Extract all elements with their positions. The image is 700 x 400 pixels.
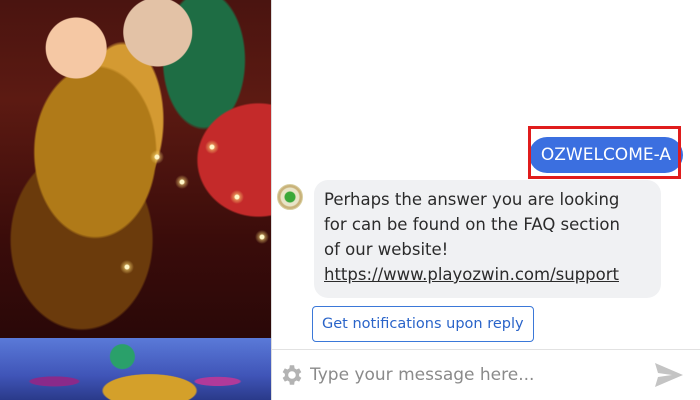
game-thumbnail-image xyxy=(0,338,272,400)
bot-message-line: Perhaps the answer you are looking xyxy=(324,190,620,209)
user-message-bubble: OZWELCOME-A xyxy=(528,137,683,173)
sparkle-decoration xyxy=(230,190,244,204)
bot-message-line: for can be found on the FAQ section xyxy=(324,215,620,234)
sparkle-decoration xyxy=(120,260,134,274)
sparkle-decoration xyxy=(150,150,164,164)
gear-icon[interactable] xyxy=(278,362,304,388)
game-banner-image xyxy=(0,0,272,400)
message-input[interactable] xyxy=(310,360,640,390)
chat-panel: OZWELCOME-A Perhaps the answer you are l… xyxy=(271,0,700,400)
sparkle-decoration xyxy=(205,140,219,154)
support-link[interactable]: https://www.playozwin.com/support xyxy=(324,265,619,284)
sparkle-decoration xyxy=(255,230,269,244)
sparkle-decoration xyxy=(175,175,189,189)
message-composer xyxy=(272,349,700,400)
send-icon[interactable] xyxy=(654,361,684,389)
get-notifications-button[interactable]: Get notifications upon reply xyxy=(312,306,534,342)
bot-message-line: of our website! xyxy=(324,240,449,259)
bot-message-bubble: Perhaps the answer you are looking for c… xyxy=(314,180,661,298)
bot-avatar-icon xyxy=(277,184,303,210)
